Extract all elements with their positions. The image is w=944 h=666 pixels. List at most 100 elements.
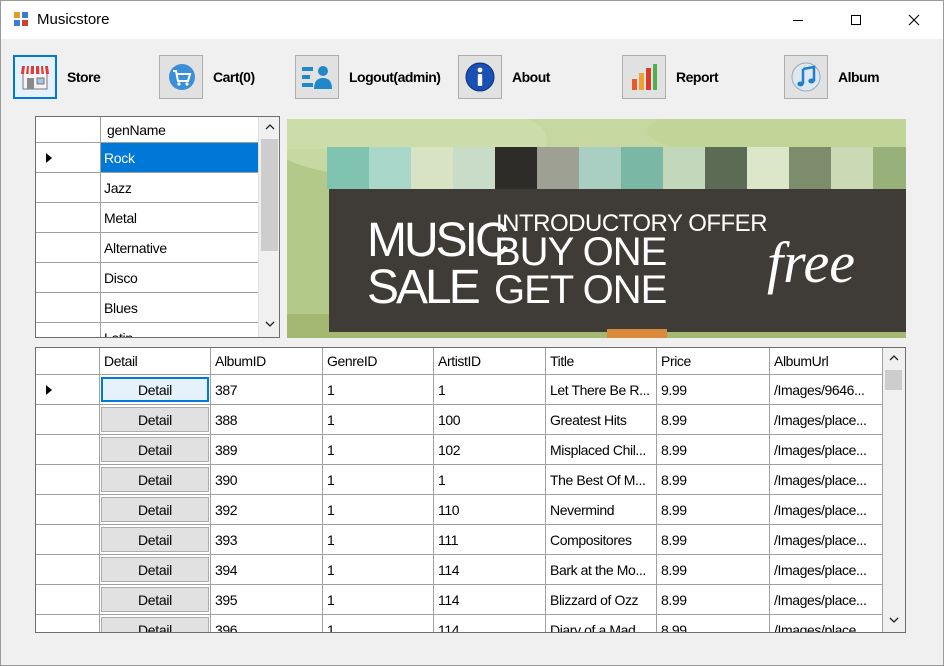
row-header[interactable]	[36, 555, 100, 584]
row-header[interactable]	[36, 263, 101, 292]
genreid-cell[interactable]: 1	[323, 615, 434, 632]
title-cell[interactable]: Compositores	[546, 525, 657, 554]
title-cell[interactable]: Diary of a Mad...	[546, 615, 657, 632]
title-cell[interactable]: Nevermind	[546, 495, 657, 524]
artistid-cell[interactable]: 110	[434, 495, 546, 524]
row-header[interactable]	[36, 465, 100, 494]
detail-button[interactable]: Detail	[101, 407, 209, 432]
title-cell[interactable]: Misplaced Chil...	[546, 435, 657, 464]
detail-button[interactable]: Detail	[101, 497, 209, 522]
albumurl-cell[interactable]: /Images/9646...	[770, 375, 883, 404]
price-cell[interactable]: 8.99	[657, 435, 770, 464]
artistid-cell[interactable]: 100	[434, 405, 546, 434]
row-header[interactable]	[36, 525, 100, 554]
price-cell[interactable]: 8.99	[657, 495, 770, 524]
albumurl-cell[interactable]: /Images/place...	[770, 495, 883, 524]
column-header-albumurl[interactable]: AlbumUrl	[770, 348, 883, 374]
genre-cell[interactable]: Blues	[101, 293, 258, 322]
genreid-cell[interactable]: 1	[323, 435, 434, 464]
album-row[interactable]: Detail 392 1 110 Nevermind 8.99 /Images/…	[36, 495, 883, 525]
price-cell[interactable]: 9.99	[657, 375, 770, 404]
title-cell[interactable]: Let There Be R...	[546, 375, 657, 404]
price-cell[interactable]: 8.99	[657, 615, 770, 632]
row-header[interactable]	[36, 615, 100, 632]
albumurl-cell[interactable]: /Images/place...	[770, 435, 883, 464]
albumurl-cell[interactable]: /Images/place...	[770, 405, 883, 434]
genre-row[interactable]: Blues	[36, 293, 258, 323]
row-header[interactable]	[36, 495, 100, 524]
title-cell[interactable]: Greatest Hits	[546, 405, 657, 434]
row-header[interactable]	[36, 375, 100, 404]
genre-cell[interactable]: Disco	[101, 263, 258, 292]
album-grid-scrollbar[interactable]	[883, 348, 905, 632]
row-header[interactable]	[36, 233, 101, 262]
album-grid[interactable]: Detail AlbumID GenreID ArtistID Title Pr…	[35, 347, 906, 633]
artistid-cell[interactable]: 114	[434, 585, 546, 614]
albumid-cell[interactable]: 396	[211, 615, 323, 632]
artistid-cell[interactable]: 1	[434, 375, 546, 404]
albumurl-cell[interactable]: /Images/place...	[770, 615, 883, 632]
row-header[interactable]	[36, 405, 100, 434]
detail-button[interactable]: Detail	[101, 527, 209, 552]
genre-grid[interactable]: genName Rock Jazz Metal Alternative Disc…	[35, 116, 280, 338]
album-row[interactable]: Detail 388 1 100 Greatest Hits 8.99 /Ima…	[36, 405, 883, 435]
column-header-genreid[interactable]: GenreID	[323, 348, 434, 374]
detail-button[interactable]: Detail	[101, 587, 209, 612]
store-button[interactable]	[13, 55, 57, 99]
genre-cell[interactable]: Alternative	[101, 233, 258, 262]
genreid-cell[interactable]: 1	[323, 525, 434, 554]
albumid-cell[interactable]: 390	[211, 465, 323, 494]
genreid-cell[interactable]: 1	[323, 495, 434, 524]
albumid-cell[interactable]: 392	[211, 495, 323, 524]
album-row[interactable]: Detail 394 1 114 Bark at the Mo... 8.99 …	[36, 555, 883, 585]
genre-row[interactable]: Jazz	[36, 173, 258, 203]
albumid-cell[interactable]: 387	[211, 375, 323, 404]
album-row[interactable]: Detail 393 1 111 Compositores 8.99 /Imag…	[36, 525, 883, 555]
row-header[interactable]	[36, 143, 101, 172]
artistid-cell[interactable]: 111	[434, 525, 546, 554]
album-row[interactable]: Detail 387 1 1 Let There Be R... 9.99 /I…	[36, 375, 883, 405]
row-header[interactable]	[36, 173, 101, 202]
column-header-albumid[interactable]: AlbumID	[211, 348, 323, 374]
genre-row[interactable]: Rock	[36, 143, 258, 173]
price-cell[interactable]: 8.99	[657, 555, 770, 584]
genre-row[interactable]: Alternative	[36, 233, 258, 263]
artistid-cell[interactable]: 1	[434, 465, 546, 494]
albumurl-cell[interactable]: /Images/place...	[770, 555, 883, 584]
genre-cell[interactable]: Metal	[101, 203, 258, 232]
detail-button[interactable]: Detail	[101, 617, 209, 632]
row-header[interactable]	[36, 293, 101, 322]
row-header[interactable]	[36, 203, 101, 232]
detail-button[interactable]: Detail	[101, 557, 209, 582]
title-cell[interactable]: Blizzard of Ozz	[546, 585, 657, 614]
genre-row[interactable]: Metal	[36, 203, 258, 233]
albumurl-cell[interactable]: /Images/place...	[770, 465, 883, 494]
detail-button[interactable]: Detail	[101, 467, 209, 492]
albumid-cell[interactable]: 388	[211, 405, 323, 434]
detail-button[interactable]: Detail	[101, 437, 209, 462]
genre-grid-scrollbar[interactable]	[258, 117, 279, 337]
row-header[interactable]	[36, 585, 100, 614]
genre-row[interactable]: Disco	[36, 263, 258, 293]
genreid-cell[interactable]: 1	[323, 465, 434, 494]
album-row[interactable]: Detail 396 1 114 Diary of a Mad... 8.99 …	[36, 615, 883, 632]
row-header[interactable]	[36, 323, 101, 337]
albumid-cell[interactable]: 389	[211, 435, 323, 464]
title-cell[interactable]: The Best Of M...	[546, 465, 657, 494]
price-cell[interactable]: 8.99	[657, 585, 770, 614]
artistid-cell[interactable]: 114	[434, 615, 546, 632]
scroll-up-icon[interactable]	[264, 122, 276, 132]
column-header-artistid[interactable]: ArtistID	[434, 348, 546, 374]
genre-cell[interactable]: Latin	[101, 323, 258, 338]
genreid-cell[interactable]: 1	[323, 585, 434, 614]
close-button[interactable]	[885, 1, 943, 39]
album-button[interactable]	[784, 55, 828, 99]
cart-button[interactable]	[159, 55, 203, 99]
genre-cell[interactable]: Rock	[101, 143, 258, 172]
genreid-cell[interactable]: 1	[323, 375, 434, 404]
albumid-cell[interactable]: 393	[211, 525, 323, 554]
album-row[interactable]: Detail 395 1 114 Blizzard of Ozz 8.99 /I…	[36, 585, 883, 615]
report-button[interactable]	[622, 55, 666, 99]
genre-row[interactable]: Latin	[36, 323, 258, 338]
price-cell[interactable]: 8.99	[657, 525, 770, 554]
